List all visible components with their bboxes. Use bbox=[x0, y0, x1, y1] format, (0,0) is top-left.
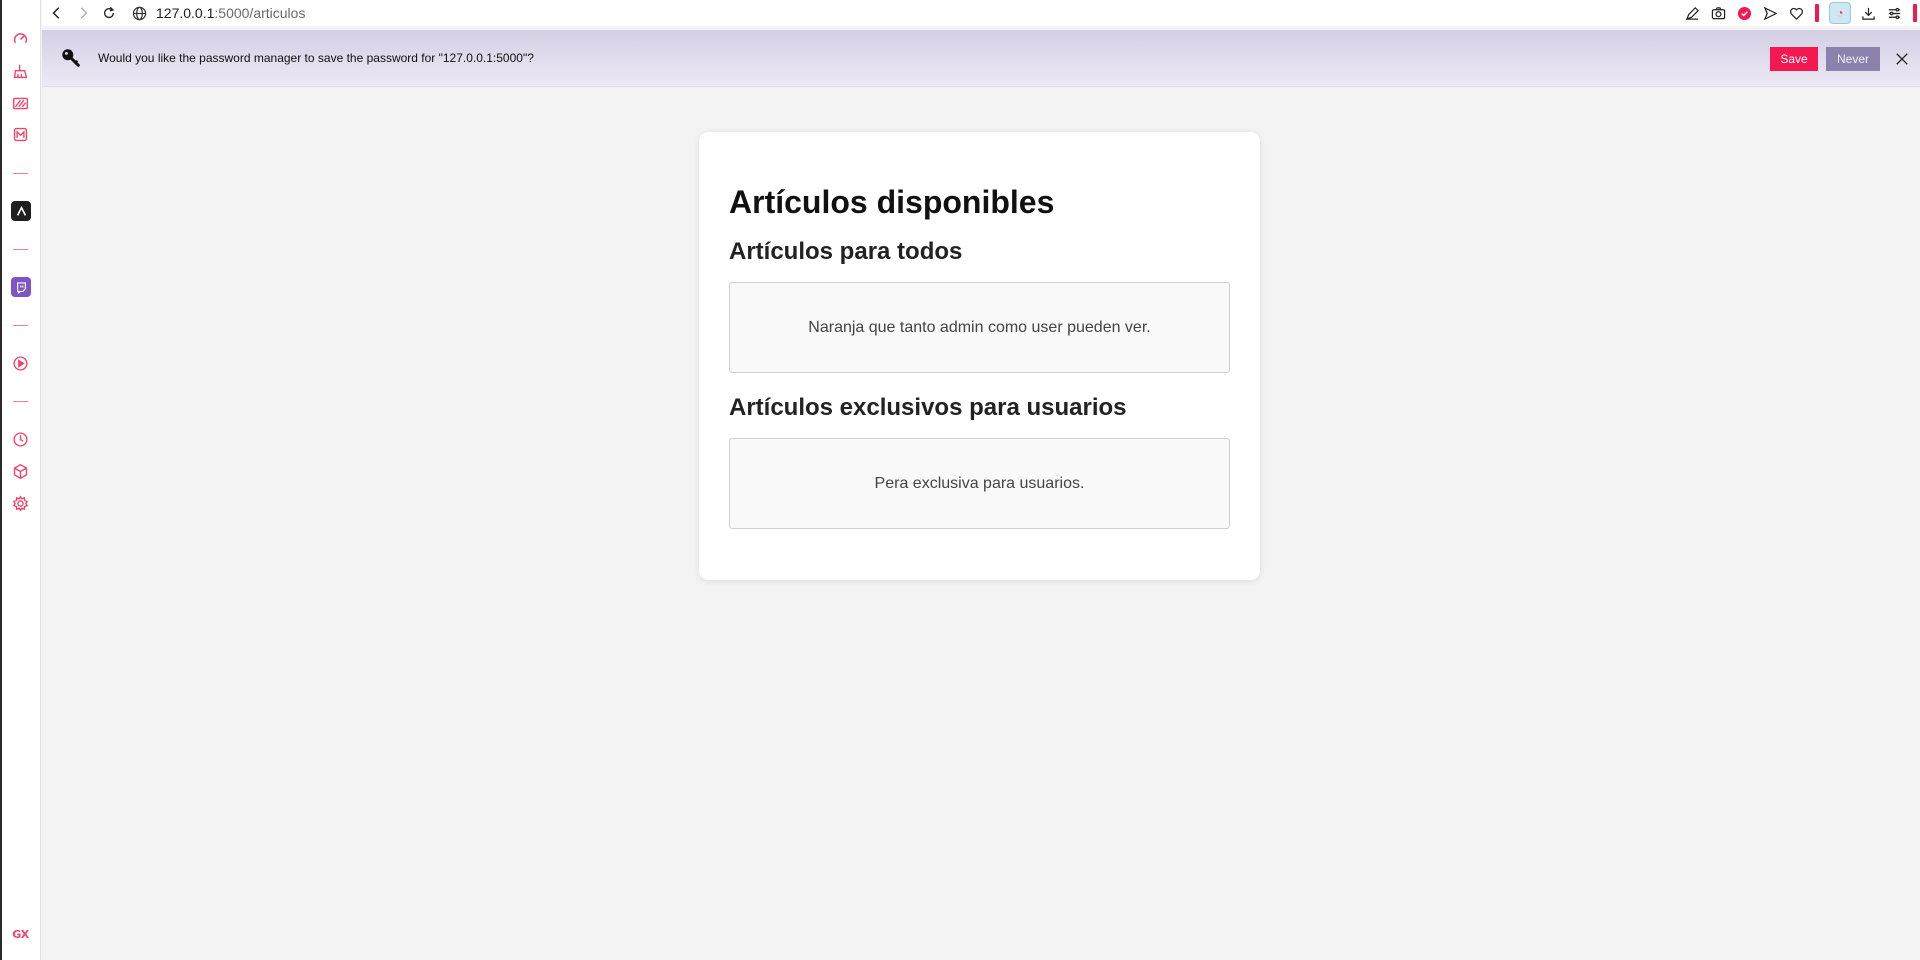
easy-setup-icon[interactable] bbox=[1679, 1, 1705, 25]
save-button[interactable]: Save bbox=[1770, 46, 1818, 71]
infobar-actions: Save Never bbox=[1770, 30, 1920, 87]
list-item: Naranja que tanto admin como user pueden… bbox=[729, 282, 1230, 373]
section-heading-users: Artículos exclusivos para usuarios bbox=[729, 394, 1127, 421]
easy-menu-icon[interactable] bbox=[1881, 1, 1907, 25]
toolbar-accent-bar bbox=[1815, 4, 1819, 22]
bookmark-heart-icon[interactable] bbox=[1783, 1, 1809, 25]
send-icon[interactable] bbox=[1757, 1, 1783, 25]
sidebar-separator bbox=[13, 401, 28, 402]
sidebar-app-icon[interactable] bbox=[11, 201, 31, 221]
reload-button[interactable] bbox=[96, 1, 122, 25]
toolbar-actions: ◔ bbox=[1679, 0, 1920, 26]
profile-avatar-icon: ◔ bbox=[1836, 6, 1844, 20]
article-text: Pera exclusiva para usuarios. bbox=[874, 474, 1085, 492]
url-host: 127.0.0.1 bbox=[156, 5, 215, 21]
gx-brand-logo[interactable]: GX bbox=[0, 928, 41, 941]
infobar-message: Would you like the password manager to s… bbox=[98, 51, 534, 65]
close-infobar-button[interactable] bbox=[1892, 49, 1912, 69]
avatar[interactable]: ◔ bbox=[1829, 2, 1851, 24]
sidebar-history-icon[interactable] bbox=[8, 427, 33, 452]
url-text: 127.0.0.1:5000/articulos bbox=[156, 5, 305, 21]
key-icon bbox=[58, 45, 84, 71]
sidebar-speed-dial-icon[interactable] bbox=[8, 27, 33, 52]
sidebar-separator bbox=[13, 173, 28, 174]
sidebar-twitch-icon[interactable] bbox=[11, 277, 31, 297]
browser-sidebar: GX bbox=[0, 0, 41, 960]
articles-card: Artículos disponibles Artículos para tod… bbox=[699, 132, 1260, 580]
back-button[interactable] bbox=[44, 1, 70, 25]
url-path: :5000/articulos bbox=[214, 5, 306, 21]
sidebar-separator bbox=[13, 325, 28, 326]
sidebar-limiter-icon[interactable] bbox=[8, 91, 33, 116]
address-bar[interactable]: 127.0.0.1:5000/articulos bbox=[132, 1, 305, 25]
sidebar-separator bbox=[13, 249, 28, 250]
browser-toolbar: 127.0.0.1:5000/articulos ◔ bbox=[42, 0, 1920, 26]
toolbar-accent-bar bbox=[1913, 4, 1917, 22]
sidebar-player-icon[interactable] bbox=[8, 351, 33, 376]
never-button[interactable]: Never bbox=[1826, 46, 1880, 71]
chevron-right-icon bbox=[80, 7, 88, 19]
list-item: Pera exclusiva para usuarios. bbox=[729, 438, 1230, 529]
sidebar-edge bbox=[0, 0, 2, 960]
password-save-infobar: Would you like the password manager to s… bbox=[42, 30, 1920, 87]
sidebar-extensions-icon[interactable] bbox=[8, 459, 33, 484]
snapshot-icon[interactable] bbox=[1705, 1, 1731, 25]
article-text: Naranja que tanto admin como user pueden… bbox=[808, 318, 1151, 336]
sidebar-hot-tabs-icon[interactable] bbox=[8, 122, 33, 147]
sidebar-cleaner-icon[interactable] bbox=[8, 59, 33, 84]
page-title: Artículos disponibles bbox=[729, 184, 1055, 220]
close-icon bbox=[1896, 52, 1908, 65]
chevron-left-icon bbox=[52, 7, 60, 19]
reload-icon bbox=[103, 6, 115, 19]
download-icon[interactable] bbox=[1855, 1, 1881, 25]
vpn-shield-icon[interactable] bbox=[1731, 1, 1757, 25]
forward-button[interactable] bbox=[70, 1, 96, 25]
globe-icon bbox=[132, 6, 147, 20]
section-heading-public: Artículos para todos bbox=[729, 238, 963, 265]
sidebar-settings-icon[interactable] bbox=[8, 491, 33, 516]
